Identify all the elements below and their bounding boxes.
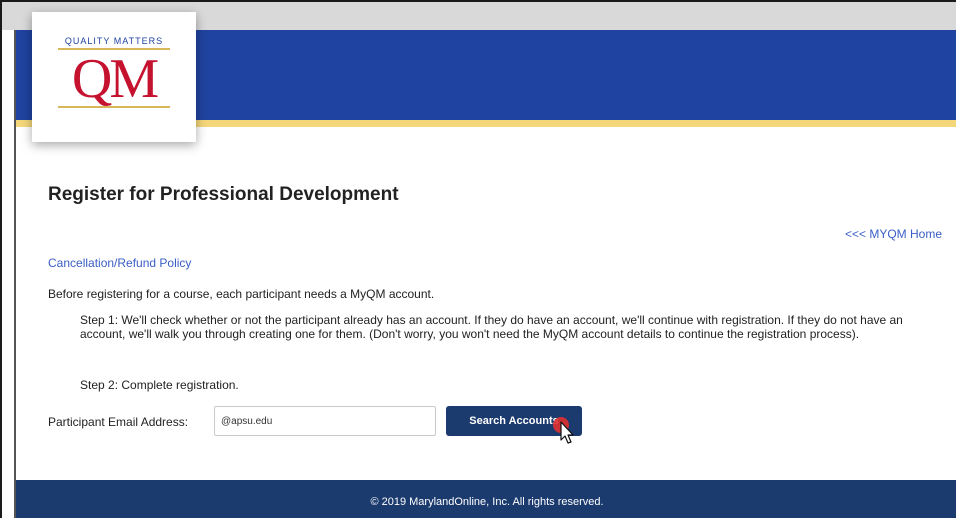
email-input[interactable] [214,406,436,436]
browser-page: QUALITY MATTERS QM Register for Professi… [0,0,956,518]
logo-tagline: QUALITY MATTERS [64,36,164,46]
logo-mark: QM [71,48,159,110]
footer: © 2019 MarylandOnline, Inc. All rights r… [16,480,956,518]
myqm-home-link[interactable]: <<< MYQM Home [845,227,942,241]
step-2-text: Step 2: Complete registration. [80,378,239,392]
email-label: Participant Email Address: [48,415,189,429]
footer-copyright: © 2019 MarylandOnline, Inc. All rights r… [370,496,604,508]
page-title: Register for Professional Development [48,184,399,205]
mouse-cursor-icon [553,417,574,444]
cancellation-policy-link[interactable]: Cancellation/Refund Policy [48,256,191,270]
intro-text: Before registering for a course, each pa… [48,287,435,301]
step-1-text: Step 1: We'll check whether or not the p… [80,313,903,341]
qm-logo[interactable]: QUALITY MATTERS QM [32,12,196,142]
